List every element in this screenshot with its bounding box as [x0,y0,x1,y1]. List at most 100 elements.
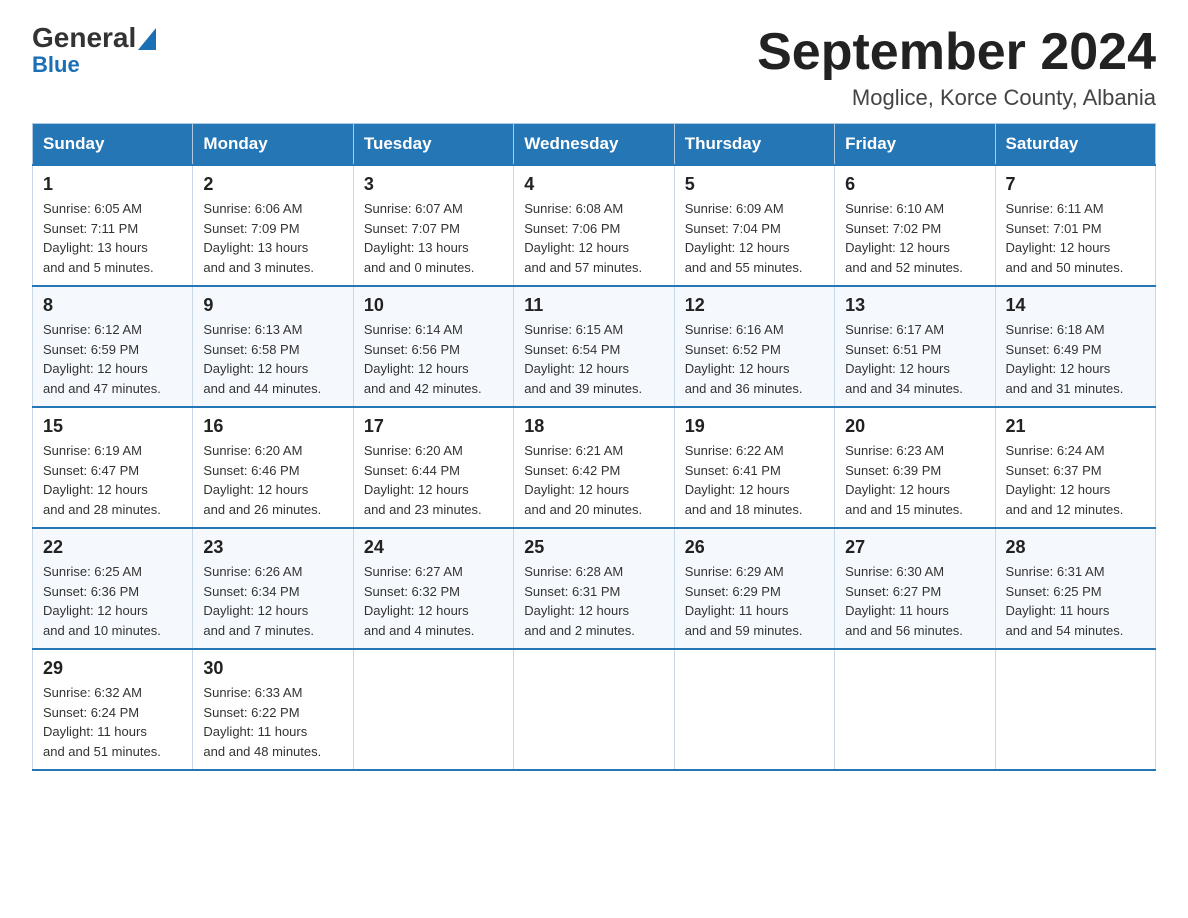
calendar-day-cell: 22 Sunrise: 6:25 AMSunset: 6:36 PMDaylig… [33,528,193,649]
calendar-day-cell: 27 Sunrise: 6:30 AMSunset: 6:27 PMDaylig… [835,528,995,649]
calendar-week-row: 29 Sunrise: 6:32 AMSunset: 6:24 PMDaylig… [33,649,1156,770]
day-info: Sunrise: 6:20 AMSunset: 6:46 PMDaylight:… [203,441,342,519]
calendar-day-cell: 7 Sunrise: 6:11 AMSunset: 7:01 PMDayligh… [995,165,1155,286]
calendar-week-row: 1 Sunrise: 6:05 AMSunset: 7:11 PMDayligh… [33,165,1156,286]
day-number: 23 [203,537,342,558]
day-number: 4 [524,174,663,195]
calendar-day-cell [353,649,513,770]
day-info: Sunrise: 6:24 AMSunset: 6:37 PMDaylight:… [1006,441,1145,519]
calendar-day-cell: 30 Sunrise: 6:33 AMSunset: 6:22 PMDaylig… [193,649,353,770]
day-number: 1 [43,174,182,195]
day-info: Sunrise: 6:26 AMSunset: 6:34 PMDaylight:… [203,562,342,640]
calendar-day-cell: 26 Sunrise: 6:29 AMSunset: 6:29 PMDaylig… [674,528,834,649]
calendar-day-cell: 28 Sunrise: 6:31 AMSunset: 6:25 PMDaylig… [995,528,1155,649]
day-number: 25 [524,537,663,558]
page-header: General Blue September 2024 Moglice, Kor… [32,24,1156,111]
calendar-day-cell: 6 Sunrise: 6:10 AMSunset: 7:02 PMDayligh… [835,165,995,286]
calendar-day-cell: 15 Sunrise: 6:19 AMSunset: 6:47 PMDaylig… [33,407,193,528]
calendar-day-cell: 8 Sunrise: 6:12 AMSunset: 6:59 PMDayligh… [33,286,193,407]
day-number: 21 [1006,416,1145,437]
day-info: Sunrise: 6:31 AMSunset: 6:25 PMDaylight:… [1006,562,1145,640]
day-number: 22 [43,537,182,558]
calendar-day-cell: 29 Sunrise: 6:32 AMSunset: 6:24 PMDaylig… [33,649,193,770]
col-saturday: Saturday [995,124,1155,166]
calendar-week-row: 8 Sunrise: 6:12 AMSunset: 6:59 PMDayligh… [33,286,1156,407]
day-number: 3 [364,174,503,195]
day-info: Sunrise: 6:29 AMSunset: 6:29 PMDaylight:… [685,562,824,640]
calendar-week-row: 22 Sunrise: 6:25 AMSunset: 6:36 PMDaylig… [33,528,1156,649]
day-info: Sunrise: 6:23 AMSunset: 6:39 PMDaylight:… [845,441,984,519]
col-thursday: Thursday [674,124,834,166]
day-info: Sunrise: 6:09 AMSunset: 7:04 PMDaylight:… [685,199,824,277]
calendar-day-cell: 12 Sunrise: 6:16 AMSunset: 6:52 PMDaylig… [674,286,834,407]
calendar-day-cell: 14 Sunrise: 6:18 AMSunset: 6:49 PMDaylig… [995,286,1155,407]
day-info: Sunrise: 6:18 AMSunset: 6:49 PMDaylight:… [1006,320,1145,398]
day-number: 12 [685,295,824,316]
calendar-day-cell [995,649,1155,770]
calendar-week-row: 15 Sunrise: 6:19 AMSunset: 6:47 PMDaylig… [33,407,1156,528]
calendar-day-cell [835,649,995,770]
calendar-header-row: Sunday Monday Tuesday Wednesday Thursday… [33,124,1156,166]
day-number: 7 [1006,174,1145,195]
calendar-day-cell [514,649,674,770]
calendar-day-cell: 5 Sunrise: 6:09 AMSunset: 7:04 PMDayligh… [674,165,834,286]
day-info: Sunrise: 6:14 AMSunset: 6:56 PMDaylight:… [364,320,503,398]
day-info: Sunrise: 6:10 AMSunset: 7:02 PMDaylight:… [845,199,984,277]
logo: General Blue [32,24,156,78]
day-info: Sunrise: 6:21 AMSunset: 6:42 PMDaylight:… [524,441,663,519]
calendar-day-cell: 10 Sunrise: 6:14 AMSunset: 6:56 PMDaylig… [353,286,513,407]
day-number: 9 [203,295,342,316]
day-number: 20 [845,416,984,437]
col-wednesday: Wednesday [514,124,674,166]
day-number: 17 [364,416,503,437]
day-number: 27 [845,537,984,558]
calendar-day-cell: 20 Sunrise: 6:23 AMSunset: 6:39 PMDaylig… [835,407,995,528]
title-block: September 2024 Moglice, Korce County, Al… [757,24,1156,111]
logo-blue: Blue [32,52,80,78]
day-number: 10 [364,295,503,316]
day-info: Sunrise: 6:15 AMSunset: 6:54 PMDaylight:… [524,320,663,398]
calendar-day-cell: 3 Sunrise: 6:07 AMSunset: 7:07 PMDayligh… [353,165,513,286]
day-number: 15 [43,416,182,437]
day-info: Sunrise: 6:06 AMSunset: 7:09 PMDaylight:… [203,199,342,277]
day-number: 11 [524,295,663,316]
calendar-table: Sunday Monday Tuesday Wednesday Thursday… [32,123,1156,771]
calendar-day-cell: 25 Sunrise: 6:28 AMSunset: 6:31 PMDaylig… [514,528,674,649]
day-info: Sunrise: 6:32 AMSunset: 6:24 PMDaylight:… [43,683,182,761]
day-number: 24 [364,537,503,558]
day-number: 26 [685,537,824,558]
day-info: Sunrise: 6:28 AMSunset: 6:31 PMDaylight:… [524,562,663,640]
day-number: 14 [1006,295,1145,316]
calendar-day-cell: 2 Sunrise: 6:06 AMSunset: 7:09 PMDayligh… [193,165,353,286]
calendar-day-cell: 13 Sunrise: 6:17 AMSunset: 6:51 PMDaylig… [835,286,995,407]
day-number: 8 [43,295,182,316]
calendar-day-cell: 19 Sunrise: 6:22 AMSunset: 6:41 PMDaylig… [674,407,834,528]
day-number: 30 [203,658,342,679]
day-number: 19 [685,416,824,437]
day-info: Sunrise: 6:08 AMSunset: 7:06 PMDaylight:… [524,199,663,277]
day-info: Sunrise: 6:22 AMSunset: 6:41 PMDaylight:… [685,441,824,519]
day-info: Sunrise: 6:25 AMSunset: 6:36 PMDaylight:… [43,562,182,640]
day-info: Sunrise: 6:20 AMSunset: 6:44 PMDaylight:… [364,441,503,519]
day-info: Sunrise: 6:33 AMSunset: 6:22 PMDaylight:… [203,683,342,761]
day-info: Sunrise: 6:12 AMSunset: 6:59 PMDaylight:… [43,320,182,398]
day-number: 6 [845,174,984,195]
calendar-day-cell: 4 Sunrise: 6:08 AMSunset: 7:06 PMDayligh… [514,165,674,286]
day-info: Sunrise: 6:19 AMSunset: 6:47 PMDaylight:… [43,441,182,519]
day-info: Sunrise: 6:13 AMSunset: 6:58 PMDaylight:… [203,320,342,398]
col-tuesday: Tuesday [353,124,513,166]
calendar-day-cell: 11 Sunrise: 6:15 AMSunset: 6:54 PMDaylig… [514,286,674,407]
day-number: 2 [203,174,342,195]
day-number: 18 [524,416,663,437]
day-number: 16 [203,416,342,437]
calendar-day-cell: 23 Sunrise: 6:26 AMSunset: 6:34 PMDaylig… [193,528,353,649]
calendar-day-cell [674,649,834,770]
day-info: Sunrise: 6:07 AMSunset: 7:07 PMDaylight:… [364,199,503,277]
day-info: Sunrise: 6:30 AMSunset: 6:27 PMDaylight:… [845,562,984,640]
logo-name: General [32,24,156,52]
calendar-day-cell: 17 Sunrise: 6:20 AMSunset: 6:44 PMDaylig… [353,407,513,528]
calendar-day-cell: 16 Sunrise: 6:20 AMSunset: 6:46 PMDaylig… [193,407,353,528]
location-title: Moglice, Korce County, Albania [757,85,1156,111]
calendar-day-cell: 1 Sunrise: 6:05 AMSunset: 7:11 PMDayligh… [33,165,193,286]
calendar-day-cell: 18 Sunrise: 6:21 AMSunset: 6:42 PMDaylig… [514,407,674,528]
